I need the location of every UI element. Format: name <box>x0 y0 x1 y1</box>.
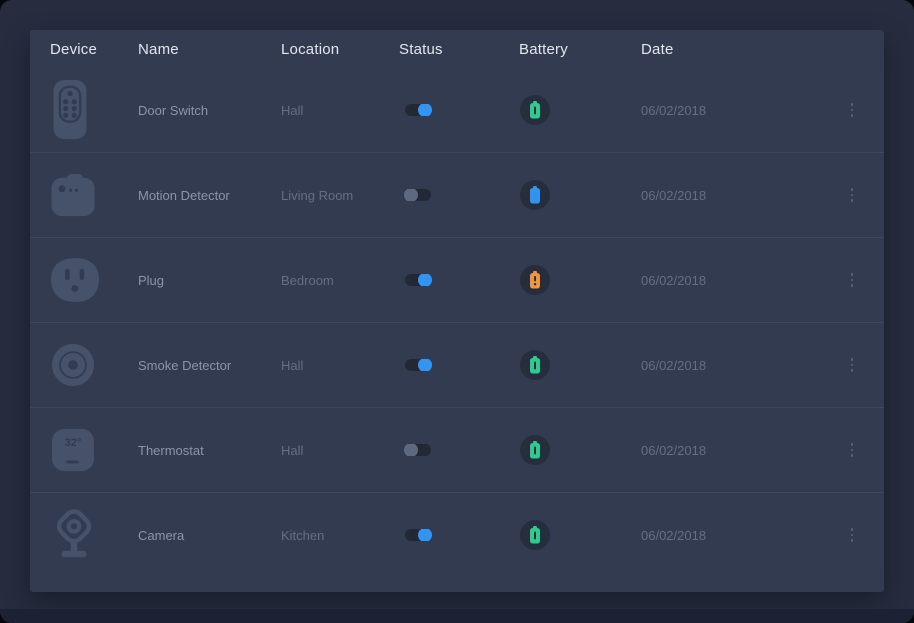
column-header-name: Name <box>138 41 281 58</box>
device-date: 06/02/2018 <box>641 528 840 543</box>
status-toggle[interactable] <box>405 104 431 116</box>
device-date: 06/02/2018 <box>641 273 840 288</box>
table-row: Plug Bedroom 06/02/2018 <box>30 238 884 323</box>
devices-table-card: Device Name Location Status Battery Date… <box>30 30 884 592</box>
status-toggle[interactable] <box>405 529 431 541</box>
device-location: Hall <box>281 103 399 118</box>
battery-indicator <box>520 265 550 295</box>
column-header-battery: Battery <box>519 41 641 58</box>
motion-detector-icon <box>50 172 97 218</box>
device-location: Kitchen <box>281 528 399 543</box>
column-header-date: Date <box>641 41 840 58</box>
plug-icon <box>50 257 100 303</box>
battery-icon <box>529 271 541 289</box>
battery-indicator <box>520 435 550 465</box>
row-menu-button[interactable] <box>840 184 864 205</box>
column-header-status: Status <box>399 41 519 58</box>
table-body: Door Switch Hall 06/02/2018 Motion Detec <box>30 68 884 577</box>
toggle-knob <box>404 444 418 456</box>
battery-icon <box>529 441 541 459</box>
status-toggle[interactable] <box>405 189 431 201</box>
device-icon-cell <box>50 248 106 312</box>
device-name: Thermostat <box>138 443 281 458</box>
svg-text:32°: 32° <box>65 437 82 449</box>
battery-indicator <box>520 350 550 380</box>
table-row: 32° Thermostat Hall 06/02/2018 <box>30 408 884 493</box>
toggle-knob <box>418 529 432 541</box>
toggle-knob <box>404 189 418 201</box>
battery-icon <box>529 186 541 204</box>
battery-indicator <box>520 180 550 210</box>
battery-icon <box>529 101 541 119</box>
thermostat-icon: 32° <box>50 427 96 473</box>
row-menu-button[interactable] <box>840 354 864 375</box>
table-row: Smoke Detector Hall 06/02/2018 <box>30 323 884 408</box>
device-date: 06/02/2018 <box>641 443 840 458</box>
page-bottom-edge <box>0 609 914 623</box>
device-icon-cell <box>50 163 106 227</box>
table-header: Device Name Location Status Battery Date <box>30 30 884 68</box>
column-header-device: Device <box>50 41 138 58</box>
status-toggle[interactable] <box>405 444 431 456</box>
column-header-location: Location <box>281 41 399 58</box>
app-page: Device Name Location Status Battery Date… <box>0 0 914 623</box>
table-row: Camera Kitchen 06/02/2018 <box>30 493 884 577</box>
table-row: Door Switch Hall 06/02/2018 <box>30 68 884 153</box>
device-icon-cell <box>50 333 106 397</box>
device-icon-cell: 32° <box>50 418 106 482</box>
camera-icon <box>50 507 98 563</box>
device-location: Hall <box>281 443 399 458</box>
device-name: Camera <box>138 528 281 543</box>
device-name: Door Switch <box>138 103 281 118</box>
device-date: 06/02/2018 <box>641 188 840 203</box>
toggle-knob <box>418 104 432 116</box>
row-menu-button[interactable] <box>840 439 864 460</box>
device-date: 06/02/2018 <box>641 103 840 118</box>
remote-icon <box>50 79 90 141</box>
device-icon-cell <box>50 503 106 567</box>
device-name: Motion Detector <box>138 188 281 203</box>
battery-indicator <box>520 520 550 550</box>
row-menu-button[interactable] <box>840 99 864 120</box>
battery-icon <box>529 356 541 374</box>
row-menu-button[interactable] <box>840 524 864 545</box>
device-location: Hall <box>281 358 399 373</box>
status-toggle[interactable] <box>405 274 431 286</box>
table-row: Motion Detector Living Room 06/02/2018 <box>30 153 884 238</box>
battery-indicator <box>520 95 550 125</box>
smoke-detector-icon <box>50 342 96 388</box>
row-menu-button[interactable] <box>840 269 864 290</box>
device-date: 06/02/2018 <box>641 358 840 373</box>
toggle-knob <box>418 359 432 371</box>
device-name: Plug <box>138 273 281 288</box>
device-location: Bedroom <box>281 273 399 288</box>
status-toggle[interactable] <box>405 359 431 371</box>
toggle-knob <box>418 274 432 286</box>
battery-icon <box>529 526 541 544</box>
device-icon-cell <box>50 78 106 142</box>
device-location: Living Room <box>281 188 399 203</box>
device-name: Smoke Detector <box>138 358 281 373</box>
